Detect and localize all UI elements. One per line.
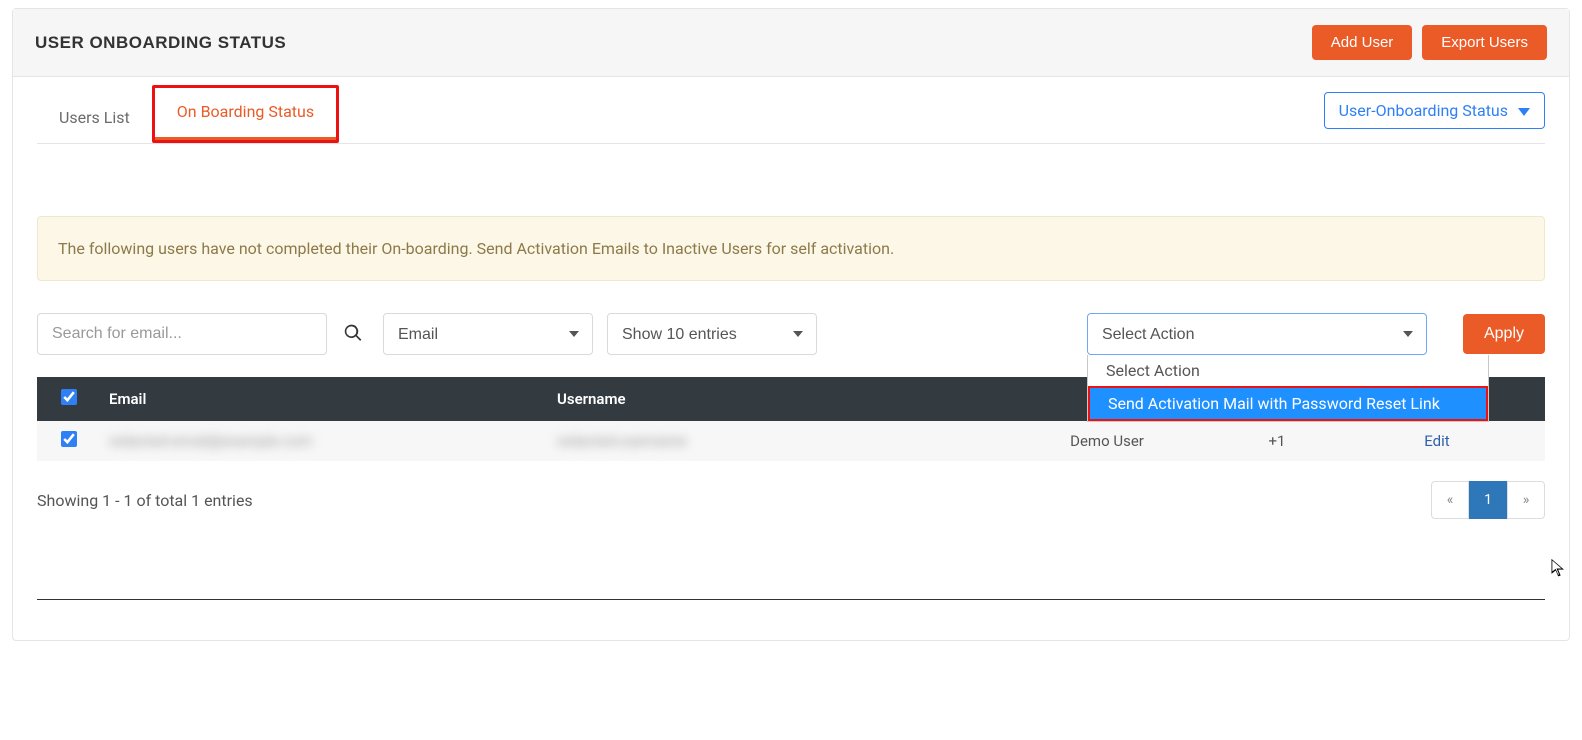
- tabs: Users List On Boarding Status: [37, 85, 339, 143]
- pagination: « 1 »: [1431, 481, 1545, 519]
- user-onboarding-status-dropdown[interactable]: User-Onboarding Status: [1324, 92, 1545, 129]
- td-action: Edit: [1337, 432, 1537, 450]
- showing-text: Showing 1 - 1 of total 1 entries: [37, 491, 253, 510]
- apply-button[interactable]: Apply: [1463, 314, 1545, 354]
- pagination-next[interactable]: »: [1507, 481, 1545, 519]
- pagination-page-1[interactable]: 1: [1469, 481, 1507, 519]
- header-actions: Add User Export Users: [1312, 25, 1547, 60]
- bottom-divider: [37, 599, 1545, 600]
- tabs-row: Users List On Boarding Status User-Onboa…: [37, 77, 1545, 144]
- th-username: Username: [549, 390, 997, 408]
- page-title: USER ONBOARDING STATUS: [35, 33, 286, 53]
- th-email: Email: [101, 390, 549, 408]
- field-select-wrap: Email: [383, 313, 593, 355]
- edit-link[interactable]: Edit: [1424, 432, 1449, 450]
- entries-select-wrap: Show 10 entries: [607, 313, 817, 355]
- filters-right: Select Action Select Action Send Activat…: [1087, 313, 1545, 355]
- select-all-checkbox[interactable]: [61, 389, 77, 405]
- table-row: redacted-email@example.com redacted-user…: [37, 421, 1545, 461]
- search-email-input[interactable]: [37, 313, 327, 355]
- row-checkbox[interactable]: [61, 431, 77, 447]
- action-option-send-activation-mail[interactable]: Send Activation Mail with Password Reset…: [1088, 386, 1488, 421]
- field-select[interactable]: Email: [383, 313, 593, 355]
- action-option-select[interactable]: Select Action: [1088, 355, 1488, 386]
- highlight-onboarding-tab: On Boarding Status: [152, 85, 339, 143]
- pagination-prev[interactable]: «: [1431, 481, 1469, 519]
- tab-onboarding-status[interactable]: On Boarding Status: [155, 88, 336, 140]
- status-dropdown-label: User-Onboarding Status: [1339, 101, 1508, 120]
- action-dropdown-wrap: Select Action Select Action Send Activat…: [1087, 313, 1427, 355]
- td-phone: +1: [1217, 432, 1337, 450]
- th-checkbox: [45, 389, 101, 409]
- td-checkbox: [45, 431, 101, 451]
- chevron-down-icon: [1518, 101, 1530, 120]
- onboarding-card: USER ONBOARDING STATUS Add User Export U…: [12, 8, 1570, 641]
- info-banner: The following users have not completed t…: [37, 216, 1545, 281]
- td-username: redacted-username: [549, 432, 997, 450]
- filters-row: Email Show 10 entries Select Action: [37, 313, 1545, 355]
- action-select[interactable]: Select Action: [1087, 313, 1427, 355]
- export-users-button[interactable]: Export Users: [1422, 25, 1547, 60]
- entries-select[interactable]: Show 10 entries: [607, 313, 817, 355]
- table-footer: Showing 1 - 1 of total 1 entries « 1 »: [37, 481, 1545, 519]
- search-icon: [343, 323, 363, 343]
- search-wrap: [37, 313, 369, 355]
- card-body: Users List On Boarding Status User-Onboa…: [13, 77, 1569, 640]
- td-email: redacted-email@example.com: [101, 432, 549, 450]
- card-header: USER ONBOARDING STATUS Add User Export U…: [13, 9, 1569, 77]
- search-button[interactable]: [337, 317, 369, 352]
- td-displayname: Demo User: [997, 432, 1217, 450]
- action-dropdown-panel: Select Action Send Activation Mail with …: [1087, 355, 1489, 422]
- add-user-button[interactable]: Add User: [1312, 25, 1413, 60]
- tab-users-list[interactable]: Users List: [37, 94, 152, 143]
